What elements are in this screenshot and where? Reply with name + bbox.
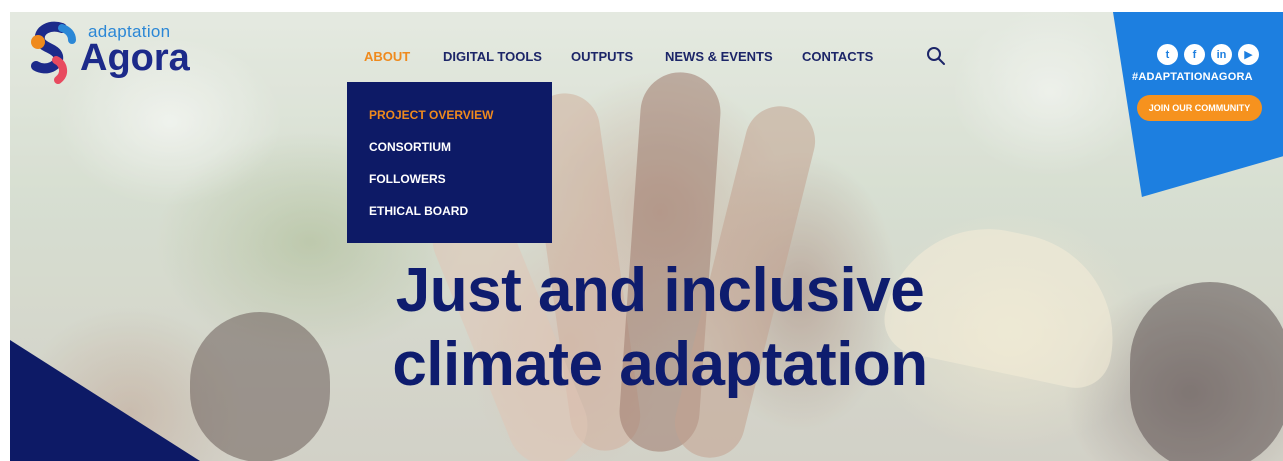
logo-text-big: Agora (80, 37, 190, 79)
hero-headline-line-2: climate adaptation (392, 330, 928, 399)
site-logo[interactable]: adaptation Agora (28, 20, 198, 90)
dropdown-item-ethical-board[interactable]: ETHICAL BOARD (369, 204, 468, 218)
dropdown-item-followers[interactable]: FOLLOWERS (369, 172, 446, 186)
nav-item-contacts[interactable]: CONTACTS (802, 49, 873, 64)
dropdown-item-consortium[interactable]: CONSORTIUM (369, 140, 451, 154)
dropdown-item-project-overview[interactable]: PROJECT OVERVIEW (369, 108, 493, 122)
hashtag-text: #ADAPTATIONAGORA (1132, 71, 1253, 83)
join-community-button[interactable]: JOIN OUR COMMUNITY (1137, 95, 1262, 121)
youtube-icon[interactable]: ▶ (1238, 44, 1259, 65)
nav-item-outputs[interactable]: OUTPUTS (571, 49, 633, 64)
nav-item-about[interactable]: ABOUT (364, 49, 410, 64)
search-icon (927, 47, 945, 65)
about-dropdown-menu: PROJECT OVERVIEW CONSORTIUM FOLLOWERS ET… (347, 82, 552, 243)
linkedin-icon[interactable]: in (1211, 44, 1232, 65)
nav-item-news-events[interactable]: NEWS & EVENTS (665, 49, 773, 64)
twitter-icon[interactable]: t (1157, 44, 1178, 65)
facebook-icon[interactable]: f (1184, 44, 1205, 65)
search-button[interactable] (926, 46, 946, 66)
nav-item-digital-tools[interactable]: DIGITAL TOOLS (443, 49, 542, 64)
hero-headline-line-1: Just and inclusive (395, 256, 925, 325)
logo-mark-icon (31, 21, 76, 84)
social-icons: t f in ▶ (1157, 44, 1259, 65)
hero-headline: Just and inclusive climate adaptation (180, 254, 1140, 402)
